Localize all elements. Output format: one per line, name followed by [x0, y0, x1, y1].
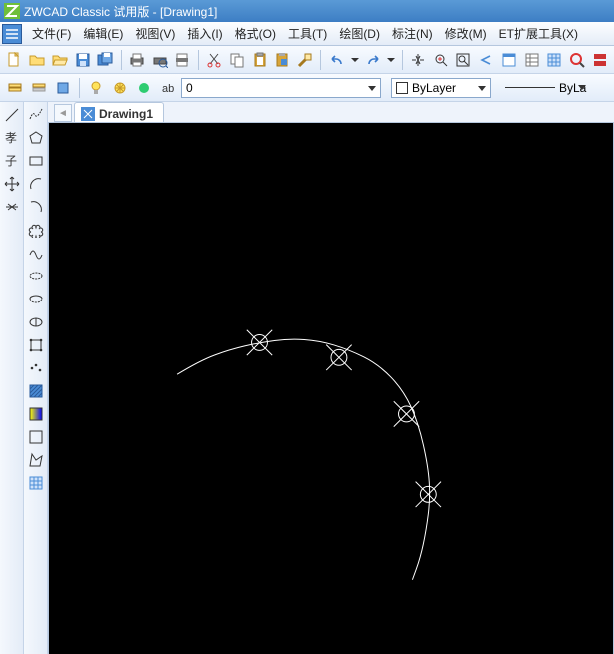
- table-tool-icon[interactable]: [25, 449, 47, 471]
- menu-insert[interactable]: 插入(I): [181, 22, 228, 45]
- publish-icon[interactable]: [172, 49, 193, 71]
- new-icon[interactable]: [4, 49, 25, 71]
- menu-tools[interactable]: 工具(T): [282, 22, 333, 45]
- table-icon[interactable]: [544, 49, 565, 71]
- save-icon[interactable]: [72, 49, 93, 71]
- print-preview-icon[interactable]: [149, 49, 170, 71]
- rectangle-icon[interactable]: [25, 150, 47, 172]
- hatch-icon[interactable]: [25, 380, 47, 402]
- menubar: 文件(F) 编辑(E) 视图(V) 插入(I) 格式(O) 工具(T) 绘图(D…: [0, 22, 614, 46]
- move-icon[interactable]: [1, 173, 23, 195]
- folder-open-icon[interactable]: [49, 49, 70, 71]
- line-icon[interactable]: [1, 104, 23, 126]
- menu-draw[interactable]: 绘图(D): [333, 22, 386, 45]
- gradient-icon[interactable]: [25, 403, 47, 425]
- standard-toolbar: [0, 46, 614, 74]
- svg-text:孝: 孝: [5, 131, 17, 145]
- redo-dropdown-icon[interactable]: [385, 49, 396, 71]
- text-tool-icon[interactable]: [25, 472, 47, 494]
- menu-view[interactable]: 视图(V): [129, 22, 181, 45]
- layer-selected: 0: [186, 81, 193, 95]
- workspace: 孝 子 ◄ Drawing1: [0, 102, 614, 654]
- svg-text:ab: ab: [162, 83, 174, 95]
- ltype-selected: ByLa: [559, 81, 586, 95]
- paste-block-icon[interactable]: [272, 49, 293, 71]
- separator: [198, 50, 199, 70]
- spline-icon[interactable]: [25, 242, 47, 264]
- layer-off-icon[interactable]: [28, 77, 50, 99]
- layer-dropdown[interactable]: 0: [181, 78, 381, 98]
- menu-et[interactable]: ET扩展工具(X): [493, 22, 584, 45]
- left-toolbar-1: 孝 子: [0, 102, 24, 654]
- polyline-icon[interactable]: [25, 104, 47, 126]
- drawing-canvas[interactable]: [48, 122, 614, 654]
- window-icon[interactable]: [498, 49, 519, 71]
- titlebar: ZWCAD Classic 试用版 - [Drawing1]: [0, 0, 614, 22]
- undo-icon[interactable]: [326, 49, 347, 71]
- layer-toolbar: ab 0 ByLayer ByLa: [0, 74, 614, 102]
- paste-icon[interactable]: [249, 49, 270, 71]
- layer-freeze-icon[interactable]: [109, 77, 131, 99]
- polygon-icon[interactable]: [25, 127, 47, 149]
- color-selected: ByLayer: [412, 81, 456, 95]
- revcloud-icon[interactable]: [25, 219, 47, 241]
- cut-icon[interactable]: [204, 49, 225, 71]
- point-icon[interactable]: [25, 357, 47, 379]
- block-icon[interactable]: [25, 334, 47, 356]
- menu-format[interactable]: 格式(O): [229, 22, 282, 45]
- zoom-prev-icon[interactable]: [476, 49, 497, 71]
- saveas-icon[interactable]: [95, 49, 116, 71]
- menu-file[interactable]: 文件(F): [26, 22, 77, 45]
- menu-dim[interactable]: 标注(N): [386, 22, 439, 45]
- ellipse-arc-icon[interactable]: [25, 288, 47, 310]
- menu-edit[interactable]: 编辑(E): [77, 22, 129, 45]
- document-icon: [81, 107, 95, 121]
- separator: [402, 50, 403, 70]
- window-title: ZWCAD Classic 试用版 - [Drawing1]: [24, 3, 217, 20]
- color-dropdown[interactable]: ByLayer: [391, 78, 491, 98]
- pan-icon[interactable]: [407, 49, 428, 71]
- undo-dropdown-icon[interactable]: [349, 49, 360, 71]
- menu-modify[interactable]: 修改(M): [439, 22, 493, 45]
- folder-icon[interactable]: [27, 49, 48, 71]
- separator: [320, 50, 321, 70]
- doc-tabs: ◄ Drawing1: [48, 102, 614, 122]
- color-swatch: [396, 82, 408, 94]
- canvas-area: ◄ Drawing1: [48, 102, 614, 654]
- region-icon[interactable]: [25, 426, 47, 448]
- text-override-icon[interactable]: ab: [157, 77, 179, 99]
- doc-tab-label: Drawing1: [99, 107, 153, 121]
- doc-tab-active[interactable]: Drawing1: [74, 102, 164, 122]
- match-icon[interactable]: [295, 49, 316, 71]
- separator: [79, 78, 80, 98]
- layer-iso-icon[interactable]: [52, 77, 74, 99]
- svg-text:子: 子: [5, 154, 17, 168]
- zoom-extents-icon[interactable]: [567, 49, 588, 71]
- help-icon[interactable]: [589, 49, 610, 71]
- properties-icon[interactable]: [521, 49, 542, 71]
- print-icon[interactable]: [127, 49, 148, 71]
- draw-toolbar: [24, 102, 48, 654]
- donut-icon[interactable]: [25, 311, 47, 333]
- ellipse-icon[interactable]: [25, 265, 47, 287]
- construction-icon[interactable]: [1, 196, 23, 218]
- redo-icon[interactable]: [362, 49, 383, 71]
- separator: [121, 50, 122, 70]
- app-menu-icon[interactable]: [2, 24, 22, 44]
- zoom-realtime-icon[interactable]: [430, 49, 451, 71]
- text-dim2-icon[interactable]: 子: [1, 150, 23, 172]
- layer-bulb-icon[interactable]: [85, 77, 107, 99]
- zoom-window-icon[interactable]: [453, 49, 474, 71]
- arc-icon[interactable]: [25, 173, 47, 195]
- canvas-svg: [49, 123, 613, 654]
- doc-tab-prev-icon[interactable]: ◄: [54, 104, 72, 122]
- ltype-swatch: [505, 87, 555, 88]
- copy-icon[interactable]: [226, 49, 247, 71]
- arc2-icon[interactable]: [25, 196, 47, 218]
- ltype-dropdown[interactable]: ByLa: [501, 78, 590, 98]
- layer-states-icon[interactable]: [4, 77, 26, 99]
- text-dim-icon[interactable]: 孝: [1, 127, 23, 149]
- app-icon: [4, 3, 20, 19]
- layer-color-icon[interactable]: [133, 77, 155, 99]
